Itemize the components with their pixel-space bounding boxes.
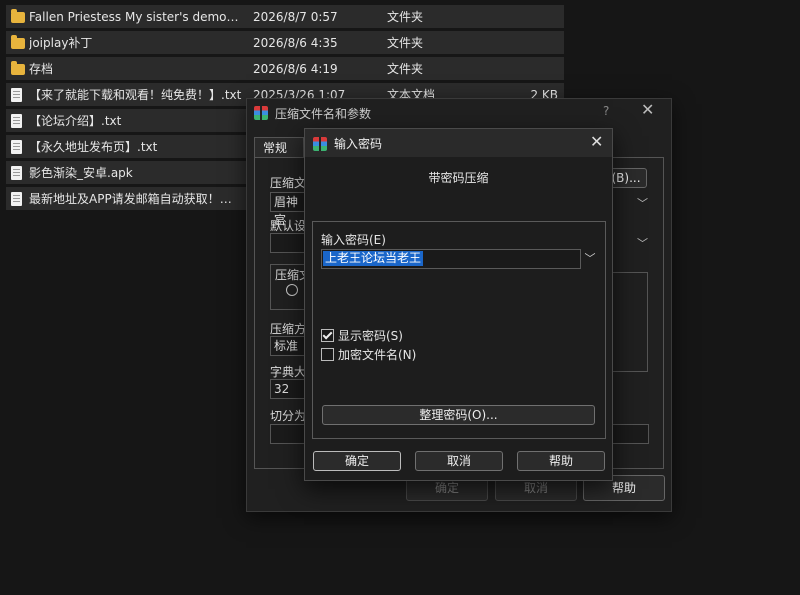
text-file-icon: [11, 87, 22, 102]
password-title-group: 输入密码: [313, 135, 382, 152]
password-dialog-title: 输入密码: [334, 137, 383, 151]
text-file-icon: [11, 113, 22, 128]
default-profile-label: 默认设: [270, 219, 307, 233]
file-name: 存档: [29, 62, 54, 76]
checkbox-checked-icon: [321, 329, 334, 342]
file-name: 最新地址及APP请发邮箱自动获取！！！...: [29, 192, 243, 206]
archive-params-titlebar: 压缩文件名和参数: [254, 104, 371, 122]
winrar-icon: [254, 106, 268, 120]
close-icon[interactable]: ✕: [590, 132, 603, 151]
text-file-icon: [11, 191, 22, 206]
file-name: Fallen Priestess My sister's demonic ...: [29, 9, 243, 24]
file-row[interactable]: 存档 2026/8/6 4:19 文件夹: [6, 57, 564, 80]
cancel-button[interactable]: 取消: [415, 451, 503, 471]
chevron-down-icon[interactable]: ﹀: [637, 235, 648, 251]
file-date: 2026/8/7 0:57: [253, 9, 338, 24]
password-value: 上老王论坛当老王: [323, 251, 424, 266]
file-name: 【论坛介绍】.txt: [29, 114, 122, 128]
password-label: 输入密码(E): [321, 233, 386, 247]
file-date: 2026/8/6 4:35: [253, 35, 338, 50]
chevron-down-icon[interactable]: ﹀: [581, 249, 599, 269]
file-name: 【来了就能下载和观看！纯免费！】.txt: [29, 88, 242, 102]
close-icon[interactable]: ✕: [641, 100, 654, 119]
password-input[interactable]: 上老王论坛当老王: [321, 249, 581, 269]
text-file-icon: [11, 139, 22, 154]
encrypt-names-checkbox[interactable]: 加密文件名(N): [321, 346, 416, 363]
file-date: 2026/8/6 4:19: [253, 61, 338, 76]
dictionary-label: 字典大: [270, 365, 307, 379]
dialog-subtitle: 带密码压缩: [428, 171, 489, 185]
winrar-icon: [313, 136, 327, 151]
method-label: 压缩方: [270, 322, 307, 336]
format-radio[interactable]: [286, 284, 298, 296]
file-row[interactable]: joiplay补丁 2026/8/6 4:35 文件夹: [6, 31, 564, 54]
ok-button[interactable]: 确定: [313, 451, 401, 471]
folder-icon: [11, 9, 25, 23]
help-button[interactable]: 帮助: [517, 451, 605, 471]
chevron-down-icon[interactable]: ﹀: [637, 195, 648, 211]
archive-name-label: 压缩文: [270, 176, 307, 190]
file-type: 文件夹: [387, 36, 424, 50]
organize-passwords-button[interactable]: 整理密码(O)...: [322, 405, 595, 425]
folder-icon: [11, 35, 25, 49]
password-titlebar: 输入密码 ✕: [305, 129, 612, 157]
apk-file-icon: [11, 165, 22, 180]
archive-params-title: 压缩文件名和参数: [275, 106, 372, 121]
folder-icon: [11, 61, 25, 75]
password-button-field[interactable]: [610, 424, 649, 444]
tab-general[interactable]: 常规: [254, 137, 304, 158]
encrypt-names-label: 加密文件名(N): [338, 348, 417, 362]
split-label: 切分为: [270, 409, 307, 423]
checkbox-unchecked-icon: [321, 348, 334, 361]
file-name: 【永久地址发布页】.txt: [29, 140, 158, 154]
password-dialog: 输入密码 ✕ 带密码压缩 输入密码(E) 上老王论坛当老王 ﹀ 显示密码(S) …: [304, 128, 613, 481]
file-type: 文件夹: [387, 10, 424, 24]
file-row[interactable]: Fallen Priestess My sister's demonic ...…: [6, 5, 564, 28]
show-password-label: 显示密码(S): [338, 329, 403, 343]
options-group: [610, 272, 648, 372]
file-name: joiplay补丁: [29, 36, 93, 50]
file-name: 影色渐染_安卓.apk: [29, 166, 133, 180]
file-type: 文件夹: [387, 62, 424, 76]
help-icon[interactable]: ?: [603, 104, 609, 118]
show-password-checkbox[interactable]: 显示密码(S): [321, 327, 403, 344]
